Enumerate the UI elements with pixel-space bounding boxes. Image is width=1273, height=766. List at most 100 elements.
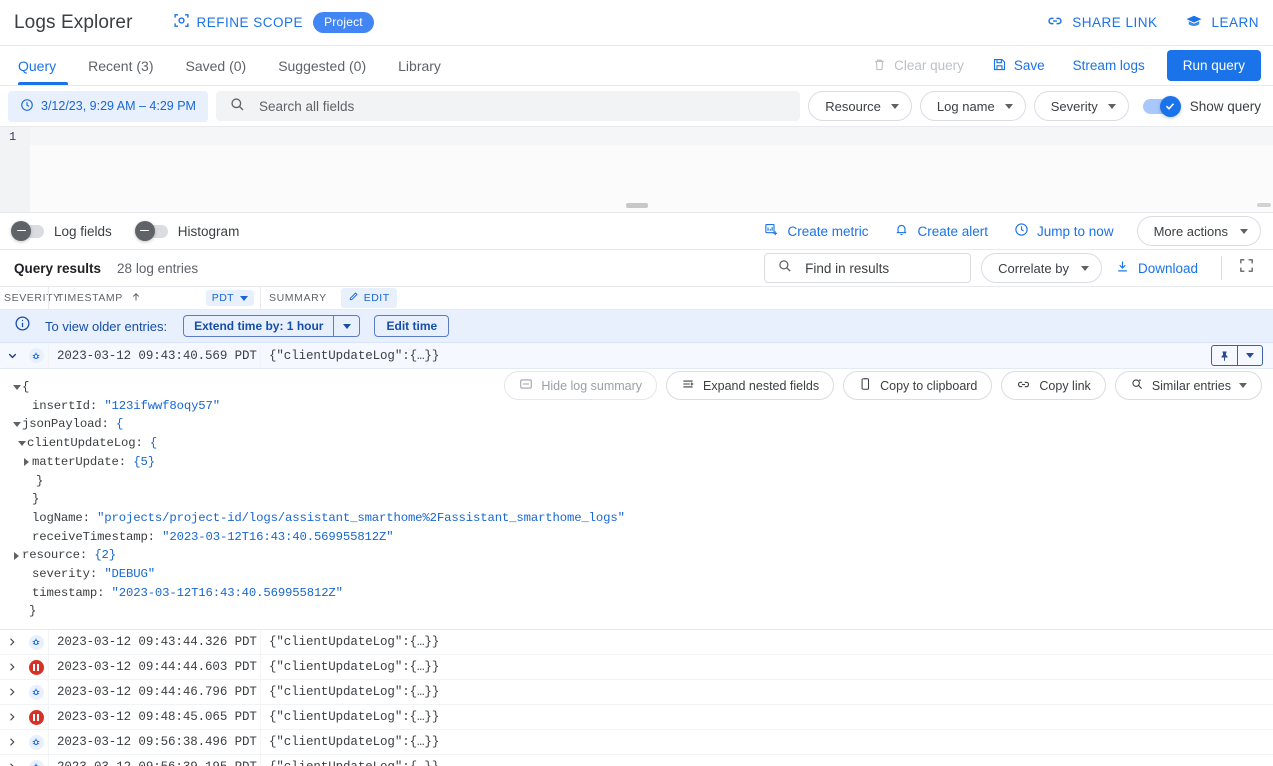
stream-logs-button[interactable]: Stream logs (1059, 46, 1159, 85)
log-name-filter[interactable]: Log name (920, 91, 1026, 121)
refine-scope-button[interactable]: REFINE SCOPE (173, 12, 304, 34)
collapse-row-button[interactable] (0, 349, 24, 362)
timestamp-cell: 2023-03-12 09:43:40.569 PDT (48, 343, 261, 368)
more-actions-button[interactable]: More actions (1137, 216, 1261, 246)
create-metric-button[interactable]: Create metric (751, 222, 881, 240)
tab-saved[interactable]: Saved (0) (169, 46, 262, 85)
search-icon (229, 96, 245, 117)
extend-time-dropdown[interactable] (333, 316, 359, 336)
json-twisty-down[interactable] (16, 434, 27, 453)
similar-entries-button[interactable]: Similar entries (1115, 371, 1262, 400)
find-in-results-input[interactable] (803, 260, 958, 277)
chevron-right-icon (6, 661, 18, 673)
time-range-picker[interactable]: 3/12/23, 9:29 AM – 4:29 PM (8, 91, 208, 122)
log-fields-toggle[interactable] (14, 225, 44, 238)
json-twisty-right[interactable] (21, 453, 32, 472)
expand-row-button[interactable] (0, 761, 24, 766)
clipboard-icon (858, 377, 872, 394)
json-line: receiveTimestamp: "2023-03-12T16:43:40.5… (0, 528, 1273, 547)
older-entries-banner: To view older entries: Extend time by: 1… (0, 310, 1273, 343)
edit-summary-fields-button[interactable]: EDIT (341, 288, 397, 308)
learn-button[interactable]: LEARN (1185, 12, 1259, 33)
editor-resize-handle[interactable] (626, 203, 648, 208)
copy-to-clipboard-button[interactable]: Copy to clipboard (843, 371, 992, 400)
summary-cell: {"clientUpdateLog":{…}} (261, 635, 1273, 649)
show-query-toggle[interactable] (1143, 99, 1179, 114)
create-alert-button[interactable]: Create alert (881, 222, 1001, 240)
hide-log-summary-button[interactable]: Hide log summary (504, 371, 657, 400)
log-fields-label: Log fields (54, 224, 112, 239)
histogram-toggle[interactable] (138, 225, 168, 238)
tab-query[interactable]: Query (14, 46, 72, 85)
json-line: clientUpdateLog: { (0, 434, 1273, 453)
tab-label: Query (18, 58, 56, 74)
chevron-right-icon (6, 761, 18, 766)
clear-query-label: Clear query (894, 58, 964, 73)
expand-row-button[interactable] (0, 736, 24, 748)
tab-label: Library (398, 58, 441, 74)
expand-row-button[interactable] (0, 686, 24, 698)
pin-icon (1219, 350, 1231, 362)
expand-row-button[interactable] (0, 711, 24, 723)
tab-library[interactable]: Library (382, 46, 457, 85)
timezone-selector[interactable]: PDT (206, 290, 254, 306)
search-all-fields[interactable] (216, 91, 800, 121)
log-entry-count: 28 log entries (117, 261, 198, 276)
top-bar-actions: SHARE LINK LEARN (1046, 12, 1259, 33)
json-twisty-down[interactable] (11, 378, 22, 397)
tab-suggested[interactable]: Suggested (0) (262, 46, 382, 85)
share-link-button[interactable]: SHARE LINK (1046, 12, 1157, 33)
expand-nested-fields-button[interactable]: Expand nested fields (666, 371, 834, 400)
run-query-button[interactable]: Run query (1167, 50, 1261, 81)
timestamp-cell: 2023-03-12 09:44:46.796 PDT (48, 680, 261, 704)
chevron-down-icon (1246, 353, 1254, 358)
chevron-down-icon (1081, 266, 1089, 271)
timestamp-cell: 2023-03-12 09:44:44.603 PDT (48, 655, 261, 679)
json-indent-spacer (21, 490, 32, 509)
download-button[interactable]: Download (1102, 259, 1211, 277)
search-input[interactable] (257, 98, 787, 115)
scope-chip-project[interactable]: Project (313, 12, 374, 33)
log-row[interactable]: 2023-03-12 09:56:38.496 PDT{"clientUpdat… (0, 730, 1273, 755)
column-header-severity[interactable]: SEVERITY (0, 292, 48, 304)
column-header-timestamp[interactable]: TIMESTAMP PDT (48, 287, 261, 309)
json-line-text: receiveTimestamp: "2023-03-12T16:43:40.5… (32, 528, 393, 547)
json-twisty-down[interactable] (11, 415, 22, 434)
expand-row-button[interactable] (0, 636, 24, 648)
log-row[interactable]: 2023-03-12 09:44:46.796 PDT{"clientUpdat… (0, 680, 1273, 705)
correlate-by-label: Correlate by (998, 261, 1069, 276)
clear-query-button[interactable]: Clear query (858, 46, 978, 85)
json-line-text: resource: {2} (22, 546, 116, 565)
correlate-by-button[interactable]: Correlate by (981, 253, 1102, 283)
find-in-results[interactable] (764, 253, 971, 283)
json-indent-spacer (18, 602, 29, 621)
log-row[interactable]: 2023-03-12 09:43:44.326 PDT{"clientUpdat… (0, 630, 1273, 655)
summary-cell: {"clientUpdateLog":{…}} (261, 349, 1211, 363)
log-row[interactable]: 2023-03-12 09:56:39.195 PDT{"clientUpdat… (0, 755, 1273, 766)
query-editor[interactable]: 1 (0, 127, 1273, 213)
extend-time-button[interactable]: Extend time by: 1 hour (183, 315, 360, 337)
json-twisty-right[interactable] (11, 546, 22, 565)
toggle-knob (135, 221, 155, 241)
resource-filter[interactable]: Resource (808, 91, 912, 121)
row-options-dropdown[interactable] (1237, 346, 1262, 365)
jump-to-now-button[interactable]: Jump to now (1001, 222, 1127, 240)
column-header-summary: SUMMARY EDIT (261, 288, 397, 308)
expand-row-button[interactable] (0, 661, 24, 673)
chevron-down-icon (1239, 383, 1247, 388)
save-label: Save (1014, 58, 1045, 73)
pencil-icon (348, 291, 359, 305)
severity-filter[interactable]: Severity (1034, 91, 1129, 121)
editor-scrollbar[interactable] (1257, 203, 1271, 207)
log-row[interactable]: 2023-03-12 09:44:44.603 PDT{"clientUpdat… (0, 655, 1273, 680)
pin-entry-button[interactable] (1212, 346, 1237, 365)
tab-recent[interactable]: Recent (3) (72, 46, 169, 85)
editor-body-bg (30, 145, 1273, 212)
copy-link-button[interactable]: Copy link (1001, 371, 1105, 400)
fullscreen-button[interactable] (1232, 257, 1261, 279)
edit-time-button[interactable]: Edit time (374, 315, 449, 337)
json-line-text: } (36, 472, 43, 491)
log-row-selected[interactable]: 2023-03-12 09:43:40.569 PDT {"clientUpda… (0, 343, 1273, 369)
log-row[interactable]: 2023-03-12 09:48:45.065 PDT{"clientUpdat… (0, 705, 1273, 730)
save-button[interactable]: Save (978, 46, 1059, 85)
